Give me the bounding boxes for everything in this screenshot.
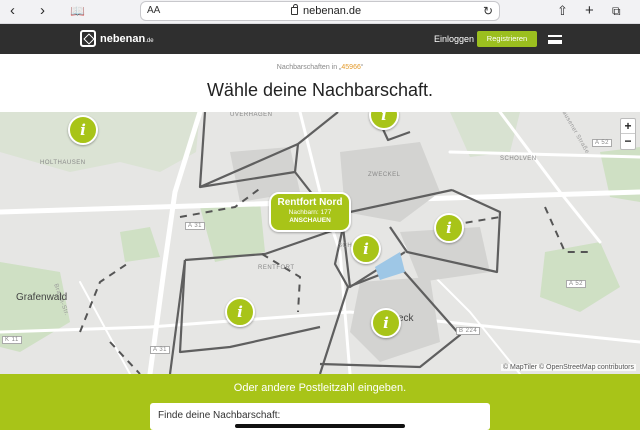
map-label-scholven: SCHOLVEN [500, 156, 537, 162]
chevron-left-icon[interactable]: ‹ [10, 3, 15, 19]
logo[interactable]: nebenan.de [100, 33, 154, 45]
popup-neighbour-count: Nachbarn: 177 [288, 209, 332, 216]
neighbourhood-pin-holthausen[interactable]: i [68, 115, 98, 145]
postcode-panel: Oder andere Postleitzahl eingeben. Finde… [0, 374, 640, 430]
map-label-zweckel: ZWECKEL [368, 172, 401, 178]
map-label-holthausen: HOLTHAUSEN [40, 160, 86, 166]
tabs-icon[interactable]: ⧉ [612, 3, 621, 19]
popup-view-link[interactable]: ANSCHAUEN [271, 217, 349, 224]
find-neighbourhood-label: Finde deine Nachbarschaft: [158, 410, 281, 421]
hamburger-icon[interactable] [548, 35, 562, 44]
home-indicator [235, 424, 405, 428]
road-sign-a52-right: A 52 [566, 280, 587, 288]
neighbourhood-pin-gladbeck[interactable]: i [371, 308, 401, 338]
browser-toolbar: ‹ › 📖 AA nebenan.de ↻ ⇧ + ⧉ [0, 0, 640, 24]
zip-link[interactable]: 45966 [341, 64, 360, 71]
road-sign-a52-top: A 52 [592, 139, 613, 147]
url-text: nebenan.de [303, 5, 362, 17]
address-bar[interactable]: AA nebenan.de ↻ [140, 1, 500, 21]
road-sign-b224: B 224 [456, 327, 481, 335]
zoom-control: + − [620, 118, 636, 150]
chevron-right-icon[interactable]: › [40, 3, 45, 19]
lock-icon [291, 4, 298, 15]
neighbourhood-popup[interactable]: Rentfort Nord Nachbarn: 177 ANSCHAUEN [269, 192, 351, 232]
login-link[interactable]: Einloggen [434, 34, 474, 44]
town-label-grafenwald: Grafenwald [16, 292, 68, 303]
neighbourhood-subline: Nachbarschaften in „45966“ [276, 64, 364, 71]
road-sign-a31-left: A 31 [185, 222, 206, 230]
logo-icon[interactable] [80, 30, 96, 47]
zoom-out-button[interactable]: − [621, 134, 635, 149]
road-sign-k11: K 11 [2, 336, 22, 344]
share-icon[interactable]: ⇧ [557, 3, 568, 19]
neighbourhood-pin-rentfort[interactable]: i [225, 297, 255, 327]
road-sign-a31-bottom: A 31 [150, 346, 171, 354]
map-label-rentfort: RENTFORT [258, 265, 295, 271]
page-title: Wähle deine Nachbarschaft. [206, 80, 434, 100]
zoom-in-button[interactable]: + [621, 119, 635, 134]
site-header: nebenan.de Einloggen Registrieren [0, 24, 640, 54]
map-attribution[interactable]: © MapTiler © OpenStreetMap contributors [500, 364, 636, 371]
map-canvas [0, 112, 640, 374]
text-size-button[interactable]: AA [147, 5, 160, 16]
map-label-uverhagen: UVERHAGEN [230, 112, 273, 118]
water-area [375, 252, 405, 280]
plus-icon[interactable]: + [585, 3, 594, 19]
postcode-prompt: Oder andere Postleitzahl eingeben. [233, 382, 407, 394]
popup-title: Rentfort Nord [277, 197, 343, 208]
register-button[interactable]: Registrieren [477, 31, 537, 47]
neighbourhood-pin-zweckel[interactable]: i [351, 234, 381, 264]
book-icon[interactable]: 📖 [70, 3, 85, 19]
neighbourhood-map[interactable]: HOLTHAUSEN UVERHAGEN ZWECKEL SCHOLVEN RE… [0, 112, 640, 374]
reload-icon[interactable]: ↻ [483, 4, 493, 18]
green-areas [0, 112, 640, 352]
neighbourhood-pin-scholven[interactable]: i [434, 213, 464, 243]
